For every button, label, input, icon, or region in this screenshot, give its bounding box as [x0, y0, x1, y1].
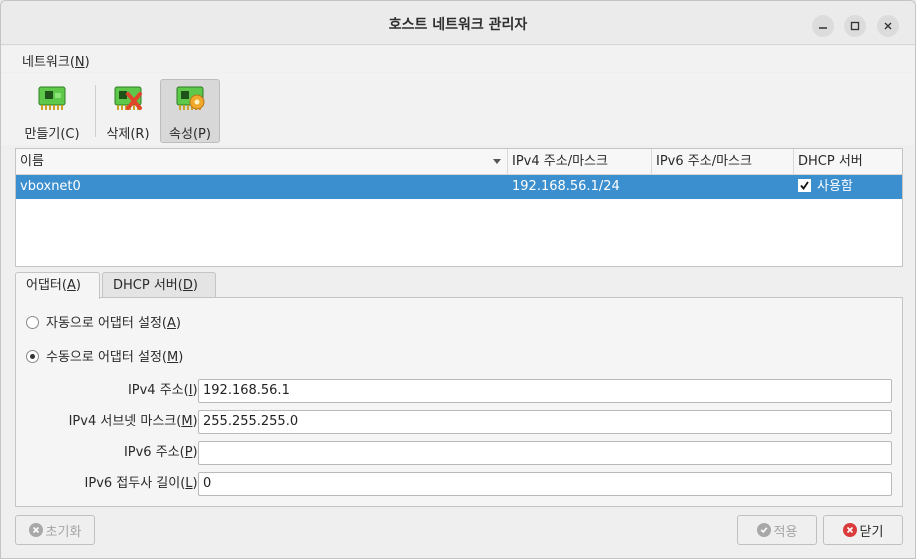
menu-network[interactable]: 네트워크(N)	[22, 51, 90, 70]
network-card-add-icon	[38, 86, 66, 110]
checkmark-icon	[800, 181, 809, 190]
tab-dhcp-label: DHCP 서버(	[113, 278, 183, 293]
toolbar-separator	[95, 85, 96, 137]
auto-config-label: 자동으로 어댑터 설정(	[46, 316, 167, 331]
titlebar: 호스트 네트워크 관리자	[1, 1, 915, 45]
ipv4-address-field[interactable]: 192.168.56.1	[198, 379, 892, 403]
ipv4-label-text: IPv4 주소(	[127, 383, 189, 398]
cell-ipv4: 192.168.56.1/24	[512, 179, 620, 194]
ipv4-address-label: IPv4 주소(I):	[128, 379, 202, 403]
ipv6-prefix-length-field[interactable]: 0	[198, 472, 892, 496]
column-header-ipv4[interactable]: IPv4 주소/마스크	[508, 149, 652, 175]
cell-ipv6	[652, 175, 794, 199]
network-table: 이름 IPv4 주소/마스크 IPv6 주소/마스크 DHCP 서버 vboxn…	[15, 148, 903, 267]
button-bar: 초기화 적용 닫기	[1, 508, 915, 558]
column-header-name[interactable]: 이름	[16, 149, 508, 175]
mask-label-mnemonic: M	[181, 414, 193, 429]
network-card-settings-icon	[176, 86, 205, 110]
tab-adapter[interactable]: 어댑터(A)	[15, 272, 100, 299]
minimize-icon	[819, 27, 827, 29]
properties-button[interactable]: 속성(P)	[160, 79, 220, 143]
apply-check-icon	[756, 523, 771, 537]
delete-button[interactable]: 삭제(R)	[100, 79, 156, 143]
window-title: 호스트 네트워크 관리자	[388, 17, 528, 33]
reset-icon	[28, 523, 43, 537]
table-header: 이름 IPv4 주소/마스크 IPv6 주소/마스크 DHCP 서버	[16, 149, 902, 175]
ipv4-netmask-field[interactable]: 255.255.255.0	[198, 410, 892, 434]
tab-adapter-label: 어댑터(	[26, 278, 67, 293]
dhcp-checkbox[interactable]	[798, 179, 811, 192]
ipv6-prefix-length-label: IPv6 접두사 길이(L):	[85, 472, 202, 496]
auto-config-radio[interactable]: 자동으로 어댑터 설정(A)	[26, 314, 181, 334]
maximize-button[interactable]	[844, 15, 866, 37]
host-network-manager-window: 호스트 네트워크 관리자 네트워크(N) 만들기(C) 삭제(R) 속성(P) …	[0, 0, 916, 559]
close-button[interactable]: 닫기	[823, 515, 903, 545]
manual-config-mnemonic: M	[166, 350, 179, 365]
tab-adapter-mnemonic: A	[66, 278, 76, 293]
prefix-label-mnemonic: L	[185, 476, 193, 491]
apply-button[interactable]: 적용	[737, 515, 817, 545]
cell-name: vboxnet0	[20, 179, 81, 194]
reset-button[interactable]: 초기화	[15, 515, 95, 545]
close-label: 닫기	[859, 524, 884, 540]
ipv4-netmask-label: IPv4 서브넷 마스크(M):	[69, 410, 202, 434]
menu-network-mnemonic: N	[74, 55, 85, 70]
apply-label: 적용	[773, 524, 798, 540]
prefix-label-text: IPv6 접두사 길이(	[84, 476, 186, 491]
menubar: 네트워크(N)	[1, 46, 915, 72]
sort-arrow-icon	[493, 159, 501, 164]
minimize-button[interactable]	[812, 15, 834, 37]
close-window-button[interactable]	[877, 15, 899, 37]
dhcp-status-text: 사용함	[817, 179, 853, 194]
mask-label-text: IPv4 서브넷 마스크(	[68, 414, 182, 429]
manual-config-suffix: )	[178, 350, 184, 365]
menu-network-label: 네트워크(	[22, 55, 75, 70]
create-label: 만들기(C)	[24, 127, 80, 142]
radio-button-auto[interactable]	[26, 316, 39, 329]
tab-dhcp-server[interactable]: DHCP 서버(D)	[102, 272, 216, 298]
column-header-dhcp[interactable]: DHCP 서버	[794, 149, 902, 175]
ipv6-label-mnemonic: P	[184, 445, 193, 460]
close-x-icon	[842, 523, 857, 537]
ipv6-label-text: IPv6 주소(	[123, 445, 185, 460]
close-icon	[884, 22, 892, 30]
tab-dhcp-suffix: )	[192, 278, 198, 293]
network-card-delete-icon	[114, 86, 142, 110]
reset-label: 초기화	[45, 524, 82, 540]
create-button[interactable]: 만들기(C)	[17, 79, 87, 143]
auto-config-suffix: )	[175, 316, 181, 331]
toolbar: 만들기(C) 삭제(R) 속성(P)	[1, 73, 915, 145]
auto-config-mnemonic: A	[166, 316, 176, 331]
adapter-panel: 자동으로 어댑터 설정(A) 수동으로 어댑터 설정(M) IPv4 주소(I)…	[15, 297, 903, 507]
ipv6-address-label: IPv6 주소(P):	[124, 441, 202, 465]
tab-dhcp-mnemonic: D	[182, 278, 193, 293]
column-name-label: 이름	[20, 154, 44, 169]
maximize-icon	[850, 21, 860, 31]
radio-button-manual[interactable]	[26, 350, 39, 363]
table-row[interactable]: vboxnet0 192.168.56.1/24 사용함	[16, 175, 902, 199]
delete-label: 삭제(R)	[106, 127, 150, 142]
cell-dhcp: 사용함	[794, 175, 902, 199]
column-header-ipv6[interactable]: IPv6 주소/마스크	[652, 149, 794, 175]
manual-config-radio[interactable]: 수동으로 어댑터 설정(M)	[26, 348, 183, 368]
menu-network-suffix: )	[84, 55, 90, 70]
properties-label: 속성(P)	[169, 127, 211, 142]
manual-config-label: 수동으로 어댑터 설정(	[46, 350, 167, 365]
tab-adapter-suffix: )	[75, 278, 81, 293]
ipv6-address-field[interactable]	[198, 441, 892, 465]
